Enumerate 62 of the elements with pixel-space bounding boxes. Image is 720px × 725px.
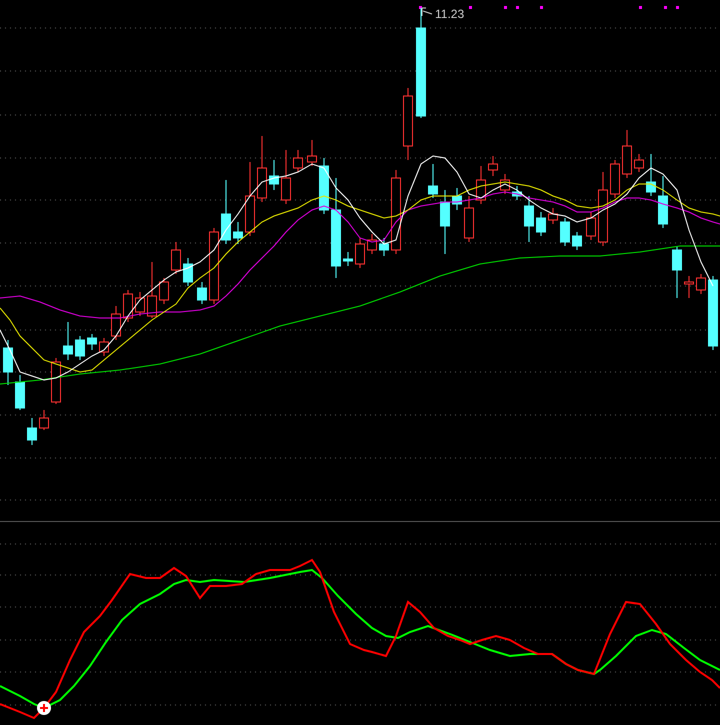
candlestick: [281, 150, 291, 204]
candlestick: [343, 252, 353, 266]
candlestick: [39, 410, 49, 430]
candlestick: [111, 306, 121, 340]
candlestick: [3, 340, 13, 386]
signal-marker: [504, 6, 507, 9]
candlestick: [197, 282, 207, 304]
candlestick: [464, 196, 474, 242]
signal-marker: [469, 6, 472, 9]
candlestick: [512, 186, 522, 200]
candlestick: [560, 218, 570, 246]
candlestick: [27, 418, 37, 446]
candlestick: [233, 222, 243, 244]
candlestick: [63, 322, 73, 360]
candlestick: [159, 278, 169, 304]
candlestick: [524, 196, 534, 242]
pointer-icon: [422, 8, 432, 16]
candlestick: [75, 336, 85, 360]
candlestick: [257, 136, 267, 202]
candlestick: [51, 358, 61, 404]
candlestick: [319, 158, 329, 214]
price-label: 11.23: [435, 7, 464, 21]
candlestick: [488, 156, 498, 176]
candlestick: [610, 160, 620, 198]
candlestick: [171, 242, 181, 274]
candlestick: [440, 190, 450, 254]
candlestick: [548, 208, 558, 224]
candlestick: [99, 338, 109, 356]
candlestick: [684, 276, 694, 298]
candlestick: [696, 274, 706, 294]
candlestick: [221, 180, 231, 244]
signal-marker: [639, 6, 642, 9]
plus-circle-icon: [37, 701, 51, 715]
signal-marker: [664, 6, 667, 9]
signal-marker: [540, 6, 543, 9]
candlestick: [183, 258, 193, 286]
candlestick: [586, 212, 596, 240]
candlestick: [536, 212, 546, 236]
candlestick: [646, 154, 656, 196]
candlestick: [672, 246, 682, 298]
signal-marker: [419, 6, 422, 9]
signal-marker: [516, 6, 519, 9]
candlestick: [15, 374, 25, 410]
candlestick: [293, 150, 303, 172]
candlestick: [428, 164, 438, 198]
candlestick: [135, 292, 145, 316]
candlestick: [572, 232, 582, 250]
candlestick: [147, 262, 157, 318]
candlestick: [87, 334, 97, 350]
candlestick: [355, 238, 365, 268]
candlestick: [634, 154, 644, 172]
candlestick: [123, 290, 133, 322]
candlestick: [476, 166, 486, 204]
candlestick: [500, 174, 510, 194]
candlestick: [622, 130, 632, 178]
candlestick: [452, 188, 462, 210]
candlestick: [379, 238, 389, 256]
signal-marker: [676, 6, 679, 9]
candlestick: [307, 140, 317, 166]
candlestick: [658, 176, 668, 228]
candlestick: [269, 160, 279, 190]
candlestick: [367, 234, 377, 254]
